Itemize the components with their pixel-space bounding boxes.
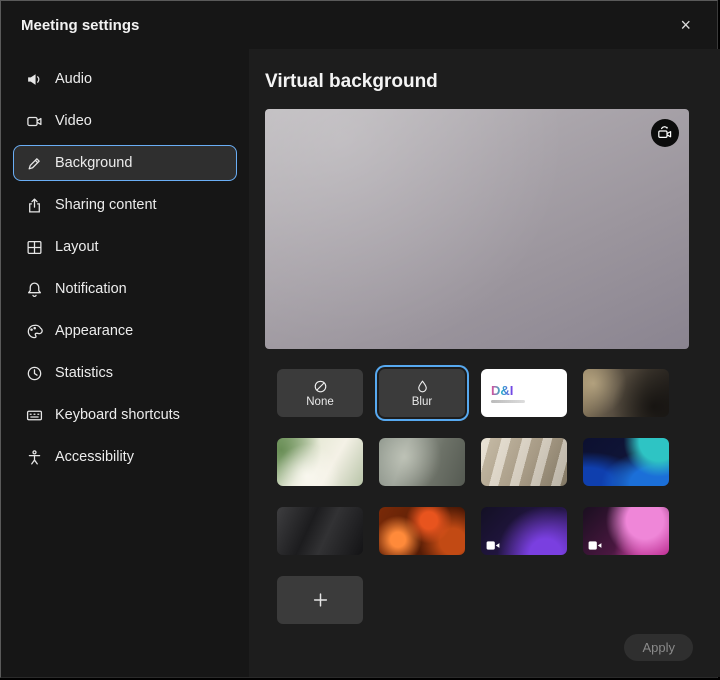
flip-camera-icon	[657, 125, 674, 142]
video-badge-icon	[588, 540, 602, 551]
sidebar-item-label: Audio	[55, 71, 92, 87]
layout-grid-icon	[26, 239, 43, 256]
video-badge-icon	[486, 540, 500, 551]
share-icon	[26, 197, 43, 214]
tile-none[interactable]: None	[277, 369, 363, 417]
sidebar-item-keyboard-shortcuts[interactable]: Keyboard shortcuts	[13, 397, 237, 433]
sidebar-item-label: Sharing content	[55, 197, 157, 213]
keyboard-icon	[26, 407, 43, 424]
tile-blurred-green-background[interactable]	[379, 438, 465, 486]
tile-dark-waves-background[interactable]	[277, 507, 363, 555]
sidebar-item-label: Keyboard shortcuts	[55, 407, 180, 423]
background-brush-icon	[26, 155, 43, 172]
settings-sidebar: Audio Video Background Sharing content	[1, 49, 249, 677]
tile-purple-gradient-background[interactable]	[481, 507, 567, 555]
background-thumbnail-grid: None Blur D&I	[277, 369, 689, 624]
sidebar-item-label: Video	[55, 113, 92, 129]
sidebar-item-layout[interactable]: Layout	[13, 229, 237, 265]
sidebar-item-label: Statistics	[55, 365, 113, 381]
sidebar-item-audio[interactable]: Audio	[13, 61, 237, 97]
panel-title: Virtual background	[265, 71, 689, 93]
sidebar-item-background[interactable]: Background	[13, 145, 237, 181]
close-icon: ×	[680, 15, 691, 35]
logo-subtext-decoration	[491, 400, 525, 403]
speaker-icon	[26, 71, 43, 88]
tile-window-light-background[interactable]	[481, 438, 567, 486]
camera-preview	[265, 109, 689, 349]
tile-pink-abstract-background[interactable]	[583, 507, 669, 555]
flip-camera-button[interactable]	[651, 119, 679, 147]
sidebar-item-video[interactable]: Video	[13, 103, 237, 139]
sidebar-item-accessibility[interactable]: Accessibility	[13, 439, 237, 475]
tile-blur[interactable]: Blur	[379, 369, 465, 417]
meeting-settings-dialog: Meeting settings × Audio Video Bac	[0, 0, 718, 678]
sidebar-item-statistics[interactable]: Statistics	[13, 355, 237, 391]
titlebar: Meeting settings ×	[1, 1, 717, 49]
bell-icon	[26, 281, 43, 298]
sidebar-item-label: Background	[55, 155, 132, 171]
sidebar-item-label: Layout	[55, 239, 99, 255]
blur-drop-icon	[415, 379, 430, 394]
sidebar-item-sharing-content[interactable]: Sharing content	[13, 187, 237, 223]
add-background-icon	[312, 592, 329, 609]
sidebar-item-appearance[interactable]: Appearance	[13, 313, 237, 349]
add-background-button[interactable]	[277, 576, 363, 624]
apply-button[interactable]: Apply	[624, 634, 693, 661]
none-icon	[313, 379, 328, 394]
statistics-clock-icon	[26, 365, 43, 382]
sidebar-item-label: Appearance	[55, 323, 133, 339]
dialog-title: Meeting settings	[21, 17, 139, 34]
tile-office-background[interactable]	[583, 369, 669, 417]
sidebar-item-label: Accessibility	[55, 449, 134, 465]
tile-logo-background[interactable]: D&I	[481, 369, 567, 417]
appearance-icon	[26, 323, 43, 340]
logo-text: D&I	[491, 384, 513, 397]
tile-living-room-background[interactable]	[277, 438, 363, 486]
tile-lava-background[interactable]	[379, 507, 465, 555]
tile-blue-abstract-background[interactable]	[583, 438, 669, 486]
sidebar-item-notification[interactable]: Notification	[13, 271, 237, 307]
virtual-background-panel: Virtual background None	[249, 49, 720, 677]
dialog-body: Audio Video Background Sharing content	[1, 49, 717, 677]
tile-label: Blur	[412, 396, 432, 408]
tile-label: None	[306, 396, 334, 408]
close-button[interactable]: ×	[674, 14, 697, 36]
accessibility-icon	[26, 449, 43, 466]
video-camera-icon	[26, 113, 43, 130]
sidebar-item-label: Notification	[55, 281, 127, 297]
